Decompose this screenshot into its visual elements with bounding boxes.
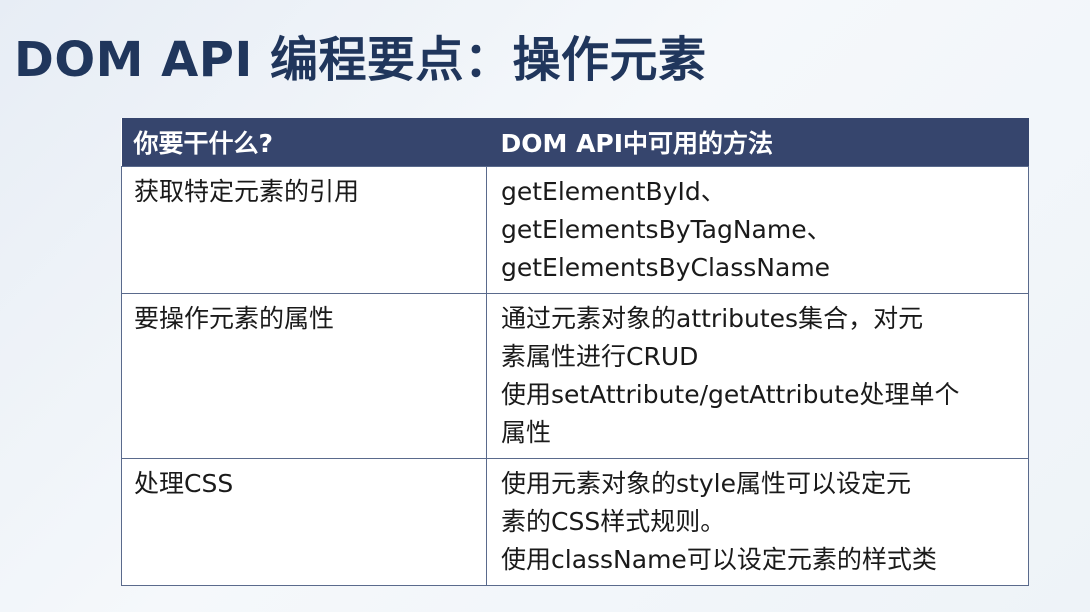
table-row: 要操作元素的属性 通过元素对象的attributes集合，对元 素属性进行CRU… [121,293,1029,459]
table-row: 获取特定元素的引用 getElementById、 getElementsByT… [121,166,1029,294]
method-line: 属性 [501,418,552,447]
methods-table: 你要干什么? DOM API中可用的方法 获取特定元素的引用 getElemen… [121,118,1029,586]
table-header-row: 你要干什么? DOM API中可用的方法 [121,118,1029,167]
method-line: 素的CSS样式规则。 [501,507,726,536]
method-cell: 通过元素对象的attributes集合，对元 素属性进行CRUD 使用setAt… [486,293,1029,459]
task-cell: 要操作元素的属性 [121,293,487,459]
slide-title: DOM API 编程要点：操作元素 [14,32,707,88]
task-cell: 获取特定元素的引用 [121,166,487,294]
method-line: getElementsByTagName、 [501,215,832,244]
method-line: 通过元素对象的attributes集合，对元 [501,304,924,333]
method-line: 使用元素对象的style属性可以设定元 [501,469,911,498]
method-line: 使用className可以设定元素的样式类 [501,545,937,574]
method-line: getElementsByClassName [501,253,831,282]
method-line: 使用setAttribute/getAttribute处理单个 [501,380,960,409]
method-cell: getElementById、 getElementsByTagName、 ge… [486,166,1029,294]
header-task: 你要干什么? [121,118,487,167]
method-line: 素属性进行CRUD [501,342,699,371]
method-line: getElementById、 [501,177,726,206]
table-row: 处理CSS 使用元素对象的style属性可以设定元 素的CSS样式规则。 使用c… [121,458,1029,586]
task-cell: 处理CSS [121,458,487,586]
header-method: DOM API中可用的方法 [486,118,1029,167]
method-cell: 使用元素对象的style属性可以设定元 素的CSS样式规则。 使用classNa… [486,458,1029,586]
